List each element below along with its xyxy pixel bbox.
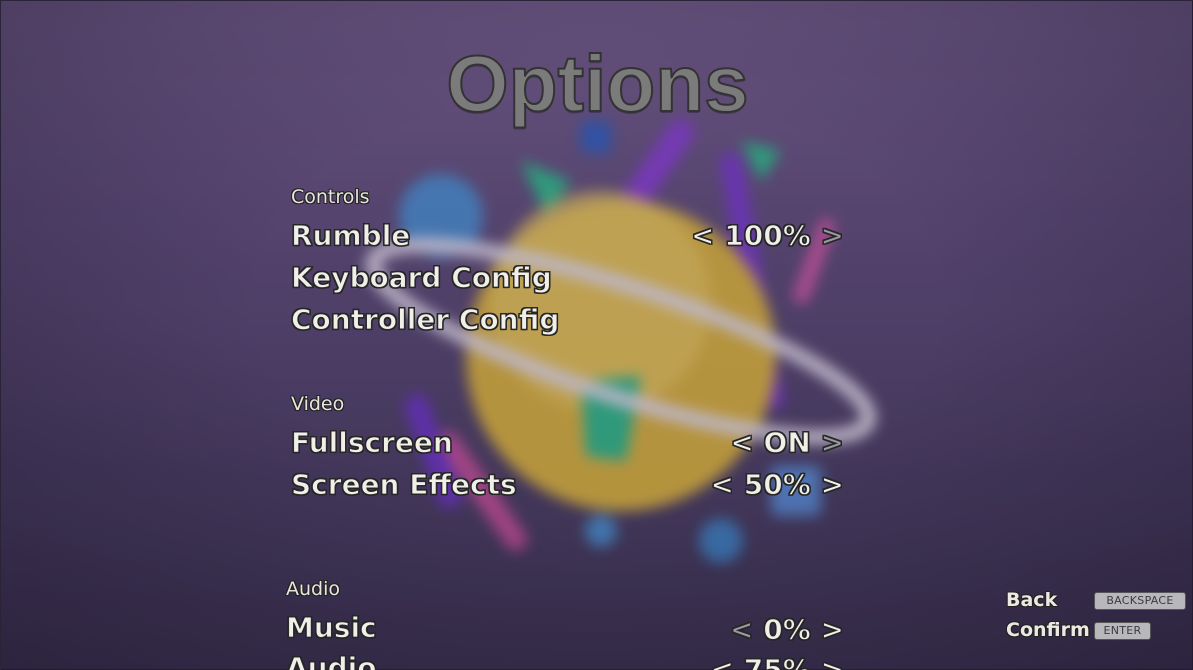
- screen-effects-value-selector[interactable]: < 50% >: [641, 468, 844, 502]
- music-value-selector[interactable]: < 0% >: [641, 613, 845, 647]
- back-hint-label: Back: [1006, 589, 1058, 611]
- menu-item-music[interactable]: Music: [286, 611, 378, 645]
- backspace-key-badge[interactable]: BACKSPACE: [1094, 592, 1186, 610]
- increase-arrow[interactable]: >: [820, 426, 844, 460]
- increase-arrow[interactable]: >: [820, 613, 844, 647]
- decrease-arrow[interactable]: <: [730, 613, 754, 647]
- decrease-arrow[interactable]: <: [710, 653, 734, 670]
- fullscreen-value-selector[interactable]: < ON >: [641, 426, 845, 460]
- audio-value: 75%: [743, 653, 811, 670]
- increase-arrow[interactable]: >: [820, 468, 844, 502]
- increase-arrow[interactable]: >: [820, 219, 844, 253]
- menu-item-screen-effects[interactable]: Screen Effects: [291, 468, 518, 502]
- rumble-value: 100%: [724, 219, 812, 253]
- confirm-hint-label: Confirm: [1006, 619, 1090, 641]
- section-header-controls: Controls: [291, 186, 370, 208]
- rumble-value-selector[interactable]: < 100% >: [641, 219, 845, 253]
- menu-item-audio[interactable]: Audio: [285, 651, 376, 670]
- fullscreen-value: ON: [763, 426, 811, 460]
- screen-effects-value: 50%: [743, 468, 811, 502]
- audio-value-selector[interactable]: < 75% >: [641, 653, 844, 670]
- section-header-audio: Audio: [286, 578, 341, 600]
- menu-item-keyboard-config[interactable]: Keyboard Config: [291, 261, 553, 295]
- menu-item-fullscreen[interactable]: Fullscreen: [291, 426, 454, 460]
- section-header-video: Video: [291, 393, 345, 415]
- decrease-arrow[interactable]: <: [691, 219, 715, 253]
- decrease-arrow[interactable]: <: [730, 426, 754, 460]
- increase-arrow[interactable]: >: [820, 653, 844, 670]
- menu-item-controller-config[interactable]: Controller Config: [290, 303, 559, 337]
- page-title: Options: [445, 38, 749, 129]
- menu-item-rumble[interactable]: Rumble: [290, 219, 410, 253]
- enter-key-badge[interactable]: ENTER: [1094, 622, 1151, 640]
- decrease-arrow[interactable]: <: [710, 468, 734, 502]
- music-value: 0%: [763, 613, 812, 647]
